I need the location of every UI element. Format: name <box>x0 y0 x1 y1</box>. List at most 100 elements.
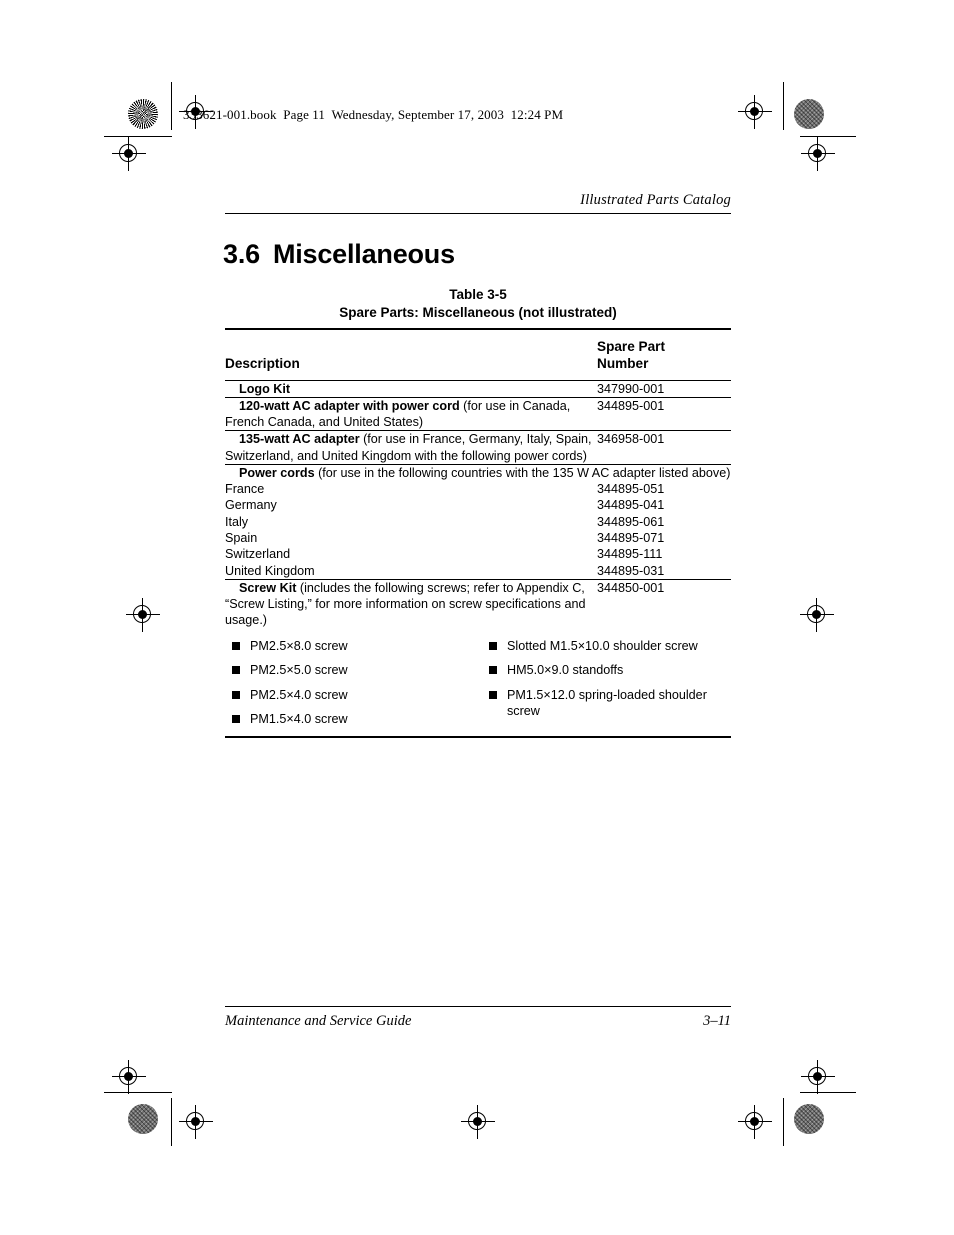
registration-mark-lower-right <box>801 1060 835 1094</box>
registration-mark-mid-right <box>800 598 834 632</box>
table-row-power-cords-list: France Germany Italy Spain Switzerland U… <box>225 481 731 580</box>
screw-list-right-column: Slotted M1.5×10.0 shoulder screw HM5.0×9… <box>478 638 731 726</box>
square-bullet-icon <box>489 690 497 699</box>
trim-line-upper-right-horizontal <box>800 136 856 137</box>
country-name: Switzerland <box>225 547 291 562</box>
row-part-number: 347990-001 <box>597 380 731 398</box>
screw-label: PM1.5×12.0 spring-loaded shoulder screw <box>507 687 707 718</box>
trim-line-upper-left-horizontal <box>104 136 172 137</box>
registration-mark-top-right <box>738 95 772 129</box>
square-bullet-icon <box>232 642 240 651</box>
list-item: PM1.5×4.0 screw <box>225 711 478 727</box>
screw-kit-description: Screw Kit (includes the following screws… <box>225 578 597 629</box>
footer-page-number: 3–11 <box>703 1013 731 1029</box>
square-bullet-icon <box>489 642 497 651</box>
country-part-number-list: 344895-051 344895-041 344895-061 344895-… <box>597 481 731 580</box>
country-list: France Germany Italy Spain Switzerland U… <box>225 481 597 580</box>
registration-mark-lower-left <box>112 1060 146 1094</box>
country-part-number: 344895-051 <box>597 481 665 496</box>
country-name: Italy <box>225 514 249 529</box>
table-caption-line2: Spare Parts: Miscellaneous (not illustra… <box>339 304 617 320</box>
column-header-description: Description <box>225 328 597 381</box>
row-part-number: 346958-001 <box>597 430 731 465</box>
country-part-number: 344895-071 <box>597 530 665 545</box>
running-head: Illustrated Parts Catalog <box>580 192 731 208</box>
table-row-power-cords-heading: Power cords (for use in the following co… <box>225 463 731 481</box>
country-name: United Kingdom <box>225 563 315 578</box>
registration-mark-mid-left <box>126 598 160 632</box>
screw-label: PM2.5×5.0 screw <box>250 663 348 678</box>
screw-label: PM2.5×4.0 screw <box>250 687 348 702</box>
table-row: 120-watt AC adapter with power cord (for… <box>225 397 731 431</box>
country-name: France <box>225 481 265 496</box>
square-bullet-icon <box>232 714 240 723</box>
trim-line-lower-right-horizontal <box>800 1092 856 1093</box>
power-cords-description: Power cords (for use in the following co… <box>225 463 731 481</box>
density-patch-bottom-left <box>128 1104 158 1134</box>
list-item: Slotted M1.5×10.0 shoulder screw <box>478 638 731 654</box>
screw-kit-part-number: 344850-001 <box>597 578 731 629</box>
table-caption-line1: Table 3-5 <box>449 287 507 302</box>
table-header-row: Description Spare Part Number <box>225 328 731 381</box>
registration-mark-upper-left <box>112 137 146 171</box>
power-cords-rest: (for use in the following countries with… <box>314 465 731 480</box>
footer-rule <box>225 1006 731 1007</box>
table-row-screw-kit: Screw Kit (includes the following screws… <box>225 578 731 629</box>
screw-list-cell: PM2.5×8.0 screw PM2.5×5.0 screw PM2.5×4.… <box>225 628 731 736</box>
screw-kit-bold: Screw Kit <box>239 580 297 595</box>
screw-label: PM2.5×8.0 screw <box>250 639 348 654</box>
column-header-spare-part-number-line1: Spare Part <box>597 339 666 354</box>
screw-label: Slotted M1.5×10.0 shoulder screw <box>507 639 698 654</box>
square-bullet-icon <box>232 690 240 699</box>
spare-parts-table: Description Spare Part Number Logo Kit 3… <box>225 328 731 739</box>
table-bottom-rule-row <box>225 735 731 739</box>
list-item: PM2.5×5.0 screw <box>225 662 478 678</box>
country-part-number: 344895-061 <box>597 514 665 529</box>
table-row: 135-watt AC adapter (for use in France, … <box>225 430 731 465</box>
trim-line-top-left-vertical <box>171 82 172 130</box>
country-name: Germany <box>225 498 277 513</box>
screw-list-left-column: PM2.5×8.0 screw PM2.5×5.0 screw PM2.5×4.… <box>225 638 478 726</box>
density-patch-top-left <box>128 99 158 129</box>
trim-line-lower-left-horizontal <box>104 1092 172 1093</box>
square-bullet-icon <box>232 666 240 675</box>
country-part-number: 344895-031 <box>597 563 665 578</box>
trim-line-top-right-vertical <box>783 82 784 130</box>
registration-mark-bottom-center <box>461 1105 495 1139</box>
screw-label: PM1.5×4.0 screw <box>250 711 348 726</box>
row-description-bold: Logo Kit <box>239 382 291 397</box>
country-part-number: 344895-041 <box>597 498 665 513</box>
density-patch-top-right <box>794 99 824 129</box>
table-row-screw-list: PM2.5×8.0 screw PM2.5×5.0 screw PM2.5×4.… <box>225 628 731 736</box>
list-item: HM5.0×9.0 standoffs <box>478 662 731 678</box>
section-number: 3.6 <box>223 239 260 269</box>
power-cords-bold: Power cords <box>239 465 315 480</box>
row-description-bold: 120-watt AC adapter with power cord <box>239 399 460 414</box>
row-description: 135-watt AC adapter (for use in France, … <box>225 430 597 465</box>
section-title: Miscellaneous <box>272 239 455 269</box>
list-item: PM2.5×8.0 screw <box>225 638 478 654</box>
book-file-banner: 333621-001.book Page 11 Wednesday, Septe… <box>183 107 564 122</box>
registration-mark-upper-right <box>801 137 835 171</box>
registration-mark-bottom-left <box>179 1105 213 1139</box>
trim-line-bottom-left-vertical <box>171 1098 172 1146</box>
list-item: PM1.5×12.0 spring-loaded shoulder screw <box>478 687 731 719</box>
page-title: 3.6 Miscellaneous <box>223 239 455 270</box>
page-footer: Maintenance and Service Guide 3–11 <box>225 1013 731 1030</box>
column-header-spare-part-number: Spare Part Number <box>597 328 731 381</box>
table-bottom-rule <box>225 735 731 739</box>
row-description: 120-watt AC adapter with power cord (for… <box>225 397 597 431</box>
registration-mark-bottom-right <box>738 1105 772 1139</box>
screw-list: PM2.5×8.0 screw PM2.5×5.0 screw PM2.5×4.… <box>225 628 731 735</box>
row-part-number: 344895-001 <box>597 397 731 431</box>
footer-guide-title: Maintenance and Service Guide <box>225 1013 412 1029</box>
row-description: Logo Kit <box>225 380 597 398</box>
header-rule <box>225 213 731 214</box>
table-caption: Table 3-5 Spare Parts: Miscellaneous (no… <box>225 286 731 322</box>
square-bullet-icon <box>489 666 497 675</box>
column-header-spare-part-number-line2: Number <box>597 355 649 371</box>
table-row: Logo Kit 347990-001 <box>225 380 731 398</box>
list-item: PM2.5×4.0 screw <box>225 687 478 703</box>
trim-line-bottom-right-vertical <box>783 1098 784 1146</box>
row-description-bold: 135-watt AC adapter <box>239 432 360 447</box>
